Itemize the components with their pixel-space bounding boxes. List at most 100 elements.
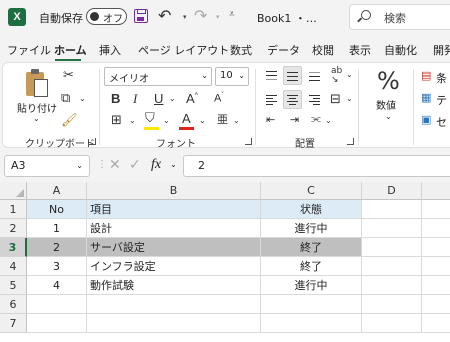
cell-b6[interactable] (87, 295, 261, 314)
cell-d6[interactable] (362, 295, 422, 314)
number-dropdown-icon[interactable]: ⌄ (385, 113, 392, 121)
cell-a4[interactable]: 3 (27, 257, 87, 276)
tab-review[interactable]: 校閲 (312, 42, 334, 58)
cell-d7[interactable] (362, 314, 422, 333)
formula-input[interactable]: 2 (183, 155, 450, 177)
alignment-launcher-icon[interactable] (347, 138, 354, 145)
tab-home[interactable]: ホーム (54, 42, 87, 58)
cell-d2[interactable] (362, 219, 422, 238)
cell-a3[interactable]: 2 (27, 238, 87, 257)
cell-a7[interactable] (27, 314, 87, 333)
cell-styles-label[interactable]: セ (436, 114, 447, 130)
tab-view[interactable]: 表示 (349, 42, 371, 58)
decrease-font-icon[interactable]: Aˇ (214, 92, 224, 105)
font-size-select[interactable]: 10 ⌄ (215, 67, 249, 86)
bold-icon[interactable]: B (111, 92, 120, 105)
column-header-a[interactable]: A (27, 182, 87, 200)
copy-dropdown-icon[interactable]: ⌄ (79, 95, 86, 103)
orientation-icon[interactable]: ab ↘ (331, 67, 342, 85)
align-left-icon[interactable] (266, 95, 277, 106)
cancel-icon[interactable]: ✕ (109, 157, 121, 173)
name-box[interactable]: A3 ⌄ (4, 155, 90, 177)
phonetic-dropdown-icon[interactable]: ⌄ (233, 117, 240, 125)
cell-e1[interactable] (422, 200, 450, 219)
tab-automate[interactable]: 自動化 (384, 42, 417, 58)
increase-font-icon[interactable]: A^ (186, 92, 198, 105)
cell-e4[interactable] (422, 257, 450, 276)
paste-icon[interactable] (23, 69, 49, 99)
cell-c6[interactable] (261, 295, 362, 314)
format-as-table-icon[interactable]: ▦ (421, 92, 431, 103)
underline-icon[interactable]: U (154, 92, 163, 105)
decrease-indent-icon[interactable]: ⇤ (266, 114, 275, 125)
redo-icon[interactable]: ↷ (194, 6, 207, 25)
font-name-select[interactable]: メイリオ ⌄ (104, 67, 212, 86)
cell-c2[interactable]: 進行中 (261, 219, 362, 238)
number-format-label[interactable]: 数値 (376, 97, 396, 112)
row-header-3[interactable]: 3 (0, 238, 27, 257)
cell-a5[interactable]: 4 (27, 276, 87, 295)
cell-e3[interactable] (422, 238, 450, 257)
conditional-format-icon[interactable]: ▤ (421, 70, 431, 81)
paste-dropdown-icon[interactable]: ⌄ (33, 115, 40, 123)
font-launcher-icon[interactable] (245, 138, 252, 145)
align-right-icon[interactable] (309, 95, 320, 106)
clipboard-launcher-icon[interactable] (89, 138, 96, 145)
undo-dropdown-icon[interactable]: ▾ (183, 13, 187, 21)
merge-dropdown-icon[interactable]: ⌄ (325, 117, 332, 125)
enter-icon[interactable]: ✓ (129, 157, 141, 173)
cell-c7[interactable] (261, 314, 362, 333)
align-middle-button[interactable] (283, 66, 302, 85)
cell-e5[interactable] (422, 276, 450, 295)
cell-c1[interactable]: 状態 (261, 200, 362, 219)
align-top-icon[interactable] (266, 71, 277, 81)
fill-color-icon[interactable]: ⛉ (145, 112, 155, 125)
tab-file[interactable]: ファイル (7, 42, 51, 58)
format-painter-icon[interactable]: 🖌 (61, 114, 78, 127)
row-header-7[interactable]: 7 (0, 314, 27, 333)
row-header-4[interactable]: 4 (0, 257, 27, 276)
fx-dropdown-icon[interactable]: ⌄ (170, 160, 177, 169)
cell-d1[interactable] (362, 200, 422, 219)
column-header-e[interactable] (422, 182, 450, 200)
cell-c5[interactable]: 進行中 (261, 276, 362, 295)
insert-function-icon[interactable]: fx (151, 157, 161, 173)
percent-icon[interactable]: % (377, 69, 400, 93)
tab-developer[interactable]: 開発 (433, 42, 450, 58)
align-bottom-icon[interactable] (309, 71, 320, 82)
undo-icon[interactable]: ↶ (158, 6, 171, 25)
borders-dropdown-icon[interactable]: ⌄ (129, 117, 136, 125)
cell-c3[interactable]: 終了 (261, 238, 362, 257)
row-header-5[interactable]: 5 (0, 276, 27, 295)
row-header-2[interactable]: 2 (0, 219, 27, 238)
search-box[interactable]: 検索 (349, 4, 450, 30)
cell-b4[interactable]: インフラ設定 (87, 257, 261, 276)
cell-e6[interactable] (422, 295, 450, 314)
merge-icon[interactable]: ⫘ (311, 113, 321, 124)
format-as-table-label[interactable]: テ (436, 92, 447, 108)
font-color-dropdown-icon[interactable]: ⌄ (199, 117, 206, 125)
customize-qat-icon[interactable]: ⩡ (229, 9, 235, 20)
copy-icon[interactable]: ⧉ (61, 92, 70, 105)
cell-b7[interactable] (87, 314, 261, 333)
row-header-6[interactable]: 6 (0, 295, 27, 314)
cell-d5[interactable] (362, 276, 422, 295)
cell-b5[interactable]: 動作試験 (87, 276, 261, 295)
cell-b2[interactable]: 設計 (87, 219, 261, 238)
cell-a6[interactable] (27, 295, 87, 314)
orientation-dropdown-icon[interactable]: ⌄ (346, 71, 353, 79)
cell-c4[interactable]: 終了 (261, 257, 362, 276)
tab-formulas[interactable]: 数式 (230, 42, 252, 58)
cell-styles-icon[interactable]: ▣ (421, 114, 431, 125)
phonetic-icon[interactable]: 亜 (217, 114, 228, 125)
autosave-toggle[interactable]: オフ (86, 8, 127, 25)
save-icon[interactable] (134, 9, 148, 23)
tab-page-layout[interactable]: ページ レイアウト (138, 42, 229, 58)
cell-d3[interactable] (362, 238, 422, 257)
tab-data[interactable]: データ (267, 42, 300, 58)
row-header-1[interactable]: 1 (0, 200, 27, 219)
cut-icon[interactable]: ✂ (63, 69, 74, 82)
cell-a1[interactable]: No (27, 200, 87, 219)
tab-insert[interactable]: 挿入 (99, 42, 121, 58)
borders-icon[interactable]: ⊞ (111, 114, 122, 127)
